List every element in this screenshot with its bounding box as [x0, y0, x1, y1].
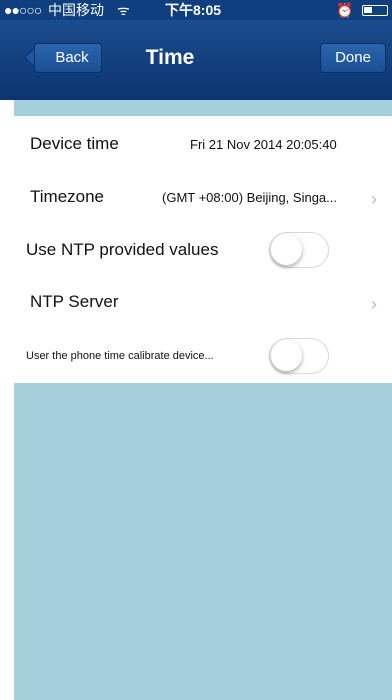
- ntp-server-label: NTP Server: [30, 292, 119, 311]
- carrier-name: 中国移动: [48, 2, 104, 18]
- status-time: 下午8:05: [165, 2, 222, 18]
- timezone-value: (GMT +08:00) Beijing, Singa...: [162, 190, 337, 205]
- battery-icon: [362, 5, 388, 16]
- phone-calibrate-toggle[interactable]: [269, 338, 329, 374]
- ntp-values-label: Use NTP provided values: [26, 240, 219, 259]
- navigation-bar: Back Time Done: [0, 20, 392, 100]
- chevron-right-icon: ›: [371, 189, 377, 209]
- alarm-icon: ⏰: [336, 2, 354, 18]
- settings-list: Device time Fri 21 Nov 2014 20:05:40 Tim…: [14, 116, 392, 383]
- phone-calibrate-label: User the phone time calibrate device...: [26, 350, 214, 362]
- phone-calibrate-row: User the phone time calibrate device...: [14, 330, 392, 382]
- ntp-values-row: Use NTP provided values: [14, 224, 392, 276]
- status-bar: ●●○○○ 中国移动 ᯤ 下午8:05 ⏰: [0, 0, 392, 20]
- device-time-value: Fri 21 Nov 2014 20:05:40: [190, 137, 337, 152]
- signal-strength-icon: ●●○○○: [4, 2, 42, 18]
- toggle-knob: [271, 340, 302, 371]
- ntp-values-toggle[interactable]: [269, 232, 329, 268]
- device-time-label: Device time: [30, 134, 119, 153]
- back-button[interactable]: Back: [34, 43, 102, 73]
- timezone-row[interactable]: Timezone (GMT +08:00) Beijing, Singa... …: [14, 171, 392, 223]
- timezone-label: Timezone: [30, 187, 105, 206]
- ntp-server-row[interactable]: NTP Server ›: [14, 276, 392, 328]
- toggle-knob: [271, 234, 302, 265]
- chevron-right-icon: ›: [371, 294, 377, 314]
- done-button[interactable]: Done: [320, 43, 386, 73]
- device-time-row: Device time Fri 21 Nov 2014 20:05:40: [14, 118, 392, 170]
- screen-edge: [0, 0, 14, 700]
- page-title: Time: [145, 46, 195, 69]
- section-spacer: [14, 100, 392, 116]
- wifi-icon: ᯤ: [117, 2, 130, 18]
